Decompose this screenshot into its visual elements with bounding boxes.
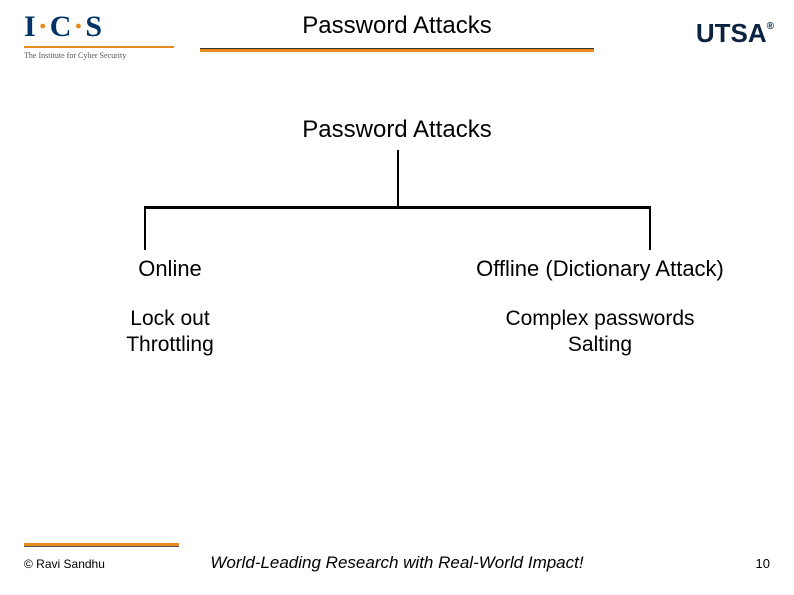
right-detail-1: Complex passwords — [430, 306, 770, 332]
slide-content: Password Attacks Online Lock out Throttl… — [0, 78, 794, 548]
left-branch-details: Lock out Throttling — [60, 306, 280, 359]
ics-logo-text: I·C·S — [24, 10, 174, 44]
diagram-left-branch: Online Lock out Throttling — [60, 256, 280, 359]
left-detail-2: Throttling — [60, 332, 280, 358]
ics-logo: I·C·S The Institute for Cyber Security — [24, 10, 174, 60]
diagram-root-label: Password Attacks — [0, 116, 794, 144]
utsa-logo-text: UTSA — [696, 18, 767, 48]
footer-tagline: World-Leading Research with Real-World I… — [0, 553, 794, 573]
diagram-right-drop — [649, 206, 651, 250]
slide-header: I·C·S The Institute for Cyber Security P… — [0, 0, 794, 78]
page-number: 10 — [756, 556, 770, 571]
utsa-logo: UTSA® — [696, 18, 774, 49]
diagram-crossbar — [144, 206, 651, 209]
left-branch-title: Online — [60, 256, 280, 282]
title-underline — [200, 48, 594, 52]
registered-icon: ® — [767, 21, 774, 32]
footer-accent-line — [24, 543, 179, 547]
ics-logo-subtitle: The Institute for Cyber Security — [24, 46, 174, 60]
diagram-stem — [397, 150, 399, 206]
slide-footer: © Ravi Sandhu World-Leading Research wit… — [0, 545, 794, 585]
right-branch-title: Offline (Dictionary Attack) — [430, 256, 770, 282]
right-detail-2: Salting — [430, 332, 770, 358]
diagram-right-branch: Offline (Dictionary Attack) Complex pass… — [430, 256, 770, 359]
slide-title: Password Attacks — [200, 12, 594, 40]
right-branch-details: Complex passwords Salting — [430, 306, 770, 359]
diagram-left-drop — [144, 206, 146, 250]
left-detail-1: Lock out — [60, 306, 280, 332]
